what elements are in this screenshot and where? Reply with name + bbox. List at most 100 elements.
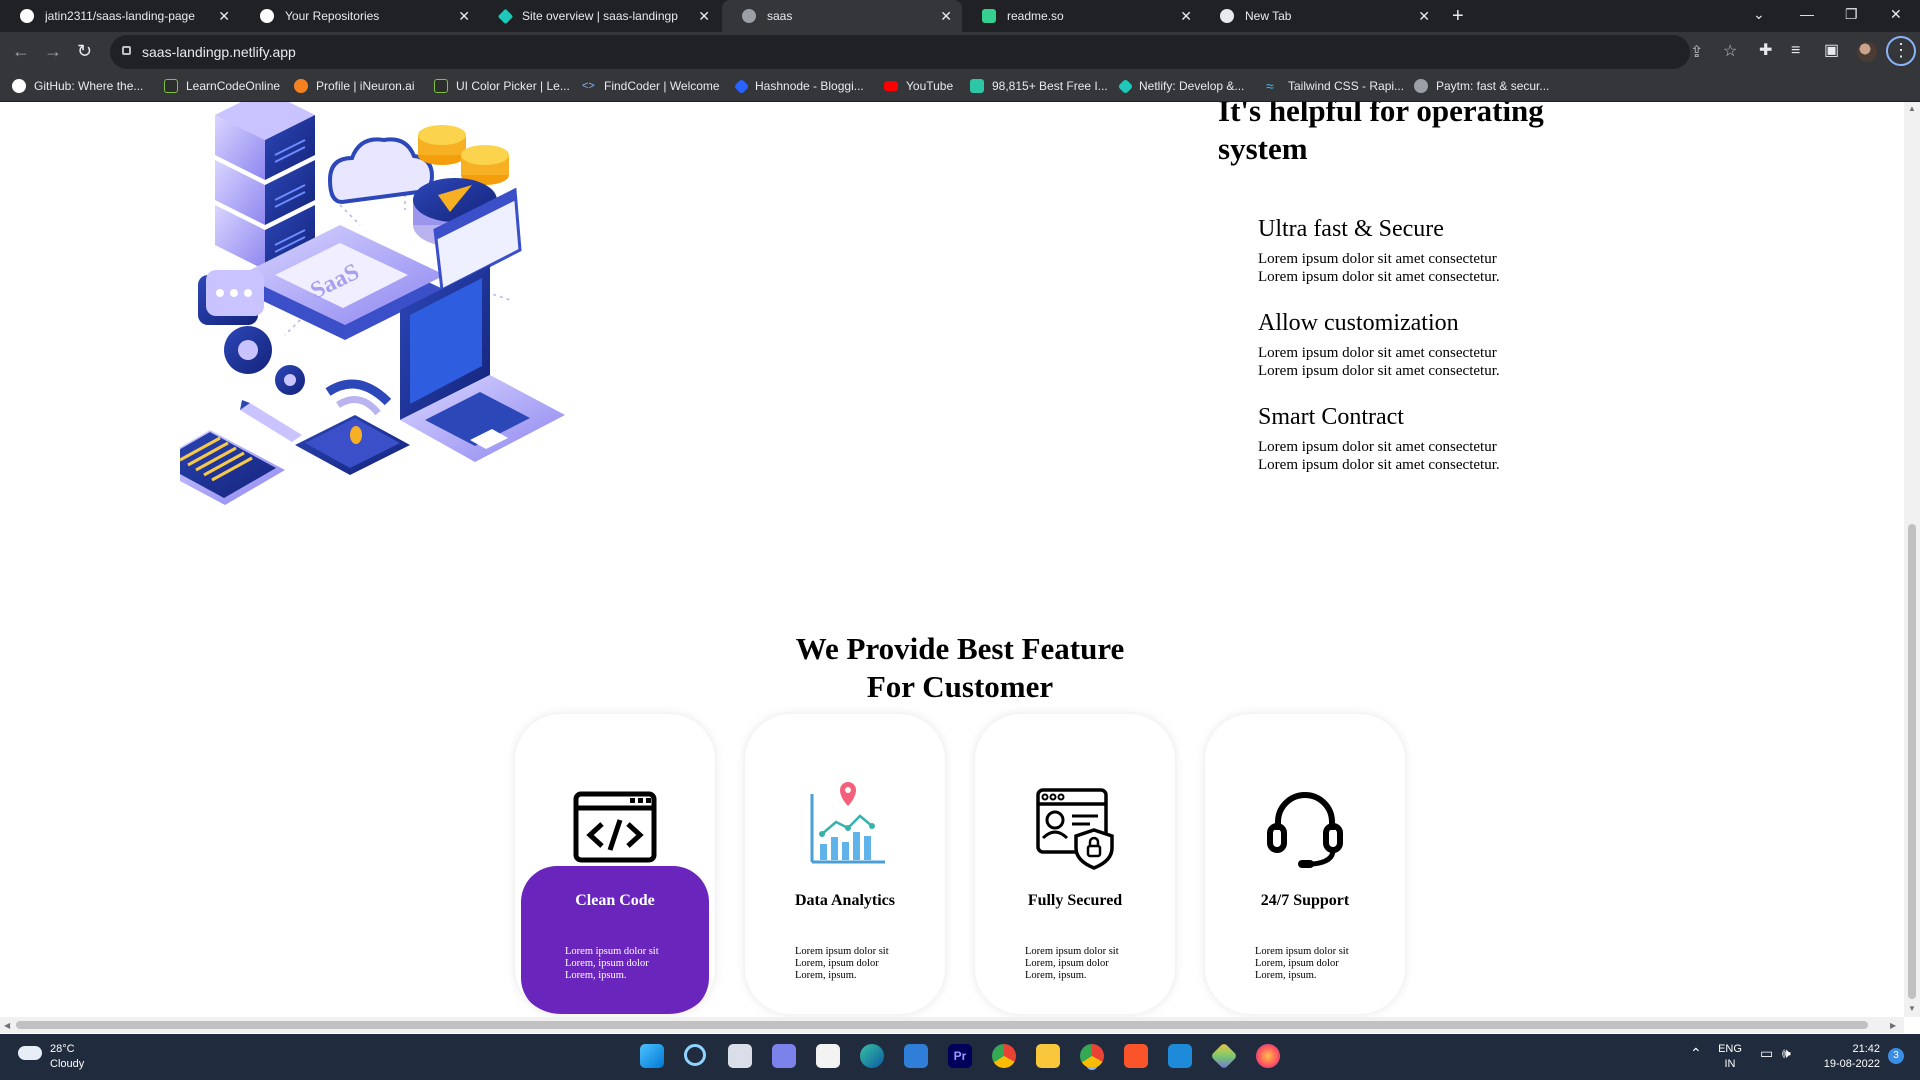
card-body: Clean Code Lorem ipsum dolor sit Lorem, … (521, 866, 709, 1014)
lock-icon[interactable] (122, 46, 131, 55)
feature-title: Smart Contract (1258, 404, 1404, 430)
bookmarks-bar: GitHub: Where the... LearnCodeOnline Pro… (0, 72, 1920, 102)
readme-icon (982, 9, 996, 23)
card-data-analytics[interactable]: Data Analytics Lorem ipsum dolor sit Lor… (745, 714, 945, 1014)
bookmark-paytm[interactable]: Paytm: fast & secur... (1414, 79, 1549, 93)
minimize-button[interactable]: — (1800, 6, 1814, 22)
learncodeonline-icon (164, 79, 178, 93)
bookmark-netlify[interactable]: Netlify: Develop &... (1117, 78, 1244, 94)
bookmark-label: YouTube (906, 79, 954, 93)
bookmark-youtube[interactable]: YouTube (884, 79, 953, 93)
bookmark-free-icons[interactable]: 98,815+ Best Free I... (970, 79, 1108, 93)
language-indicator[interactable]: ENG IN (1718, 1042, 1742, 1072)
start-icon[interactable] (640, 1044, 664, 1068)
side-panel-icon[interactable]: ▣ (1824, 42, 1839, 60)
forward-icon[interactable]: → (44, 41, 62, 61)
bookmark-github[interactable]: GitHub: Where the... (12, 79, 143, 93)
close-icon[interactable]: ✕ (940, 8, 952, 24)
card-fully-secured[interactable]: Fully Secured Lorem ipsum dolor sit Lore… (975, 714, 1175, 1014)
tray-overflow-icon[interactable]: ⌃ (1690, 1046, 1702, 1061)
network-icon[interactable]: ▭ (1760, 1046, 1773, 1061)
vertical-scroll-thumb[interactable] (1908, 524, 1916, 999)
bookmark-ineuron[interactable]: Profile | iNeuron.ai (294, 79, 415, 93)
volume-icon[interactable]: 🕪 (1782, 1046, 1791, 1061)
bookmark-findcoder[interactable]: <> FindCoder | Welcome (582, 79, 720, 93)
bookmark-star-icon[interactable]: ☆ (1723, 41, 1737, 61)
restore-button[interactable]: ❐ (1845, 6, 1858, 23)
profile-avatar[interactable] (1857, 42, 1877, 62)
chat-icon[interactable] (772, 1044, 796, 1068)
file-explorer-icon[interactable] (1036, 1044, 1060, 1068)
weather-widget[interactable]: 28°C Cloudy (0, 1034, 110, 1080)
clock[interactable]: 21:42 19-08-2022 (1810, 1042, 1880, 1072)
git-icon[interactable] (1210, 1042, 1238, 1070)
bookmark-tailwind[interactable]: ≈ Tailwind CSS - Rapi... (1266, 79, 1404, 93)
tab-search-icon[interactable]: ⌄ (1753, 6, 1765, 23)
premiere-pro-icon[interactable]: Pr (948, 1044, 972, 1068)
github-icon (260, 9, 274, 23)
card-desc-line: Lorem, ipsum dolor (1255, 958, 1339, 969)
feature-desc-line: Lorem ipsum dolor sit amet consectetur (1258, 345, 1497, 361)
youtube-icon (884, 81, 898, 91)
firefox-icon[interactable] (1256, 1044, 1280, 1068)
card-support[interactable]: 24/7 Support Lorem ipsum dolor sit Lorem… (1205, 714, 1405, 1014)
close-icon[interactable]: ✕ (1418, 8, 1430, 24)
back-icon[interactable]: ← (12, 41, 30, 61)
search-icon[interactable] (684, 1044, 706, 1066)
window-close-button[interactable]: ✕ (1890, 6, 1902, 23)
close-icon[interactable]: ✕ (458, 8, 470, 24)
more-menu-icon[interactable]: ⋮ (1886, 36, 1916, 66)
notification-badge[interactable]: 3 (1888, 1048, 1904, 1064)
globe-icon (1414, 79, 1428, 93)
scroll-down-icon[interactable]: ▼ (1908, 1004, 1916, 1013)
vertical-scrollbar[interactable]: ▲ ▼ (1904, 102, 1920, 1017)
card-desc-line: Lorem, ipsum. (565, 970, 627, 981)
card-clean-code[interactable]: Clean Code Lorem ipsum dolor sit Lorem, … (515, 714, 715, 1014)
brave-icon[interactable] (1124, 1044, 1148, 1068)
code-window-icon (573, 791, 657, 863)
feature-title: Ultra fast & Secure (1258, 216, 1444, 242)
close-icon[interactable]: ✕ (218, 8, 230, 24)
bookmark-hashnode[interactable]: Hashnode - Bloggi... (733, 78, 864, 94)
tab-github-repo[interactable]: jatin2311/saas-landing-page ✕ (0, 0, 240, 32)
scroll-left-icon[interactable]: ◀ (4, 1021, 10, 1030)
card-title: 24/7 Support (1260, 892, 1350, 909)
card-title: Clean Code (575, 892, 655, 909)
horizontal-scrollbar[interactable]: ◀ ▶ (0, 1017, 1904, 1033)
close-icon[interactable]: ✕ (1180, 8, 1192, 24)
extensions-icon[interactable]: ✚ (1759, 42, 1772, 60)
clock-date: 19-08-2022 (1823, 1058, 1880, 1070)
address-bar[interactable]: saas-landingp.netlify.app ⇪ ☆ (110, 35, 1737, 69)
card-desc-line: Lorem, ipsum. (1255, 970, 1317, 981)
tab-your-repositories[interactable]: Your Repositories ✕ (240, 0, 480, 32)
share-icon[interactable]: ⇪ (1690, 42, 1703, 62)
store-icon[interactable] (816, 1044, 840, 1068)
new-tab-button[interactable]: + (1452, 4, 1464, 28)
bookmark-ui-color-picker[interactable]: UI Color Picker | Le... (434, 79, 570, 93)
bookmark-label: Hashnode - Bloggi... (755, 79, 864, 93)
reading-list-icon[interactable]: ≡ (1791, 42, 1800, 60)
edge-icon[interactable] (860, 1044, 884, 1068)
task-view-icon[interactable] (728, 1044, 752, 1068)
tab-saas[interactable]: saas ✕ (722, 0, 962, 32)
chrome-icon[interactable] (992, 1044, 1016, 1068)
cloud-icon (18, 1046, 42, 1060)
tab-readme[interactable]: readme.so ✕ (962, 0, 1202, 32)
scroll-up-icon[interactable]: ▲ (1908, 104, 1916, 113)
chrome-profile-icon[interactable] (1080, 1044, 1104, 1068)
code-icon: <> (582, 80, 595, 92)
vscode-icon[interactable] (1168, 1044, 1192, 1068)
url-text[interactable]: saas-landingp.netlify.app (142, 44, 296, 60)
reload-icon[interactable]: ↻ (77, 41, 92, 61)
card-body: Data Analytics Lorem ipsum dolor sit Lor… (751, 866, 939, 1014)
tab-new-tab[interactable]: New Tab ✕ (1200, 0, 1440, 32)
bookmark-label: FindCoder | Welcome (604, 79, 720, 93)
bookmark-learncodeonline[interactable]: LearnCodeOnline (164, 79, 280, 93)
feature-desc-line: Lorem ipsum dolor sit amet consectetur. (1258, 457, 1500, 473)
mail-icon[interactable] (904, 1044, 928, 1068)
secure-profile-icon (1036, 788, 1114, 870)
close-icon[interactable]: ✕ (698, 8, 710, 24)
horizontal-scroll-thumb[interactable] (16, 1021, 1868, 1029)
scroll-right-icon[interactable]: ▶ (1890, 1021, 1896, 1030)
tab-site-overview[interactable]: Site overview | saas-landingp ✕ (480, 0, 720, 32)
